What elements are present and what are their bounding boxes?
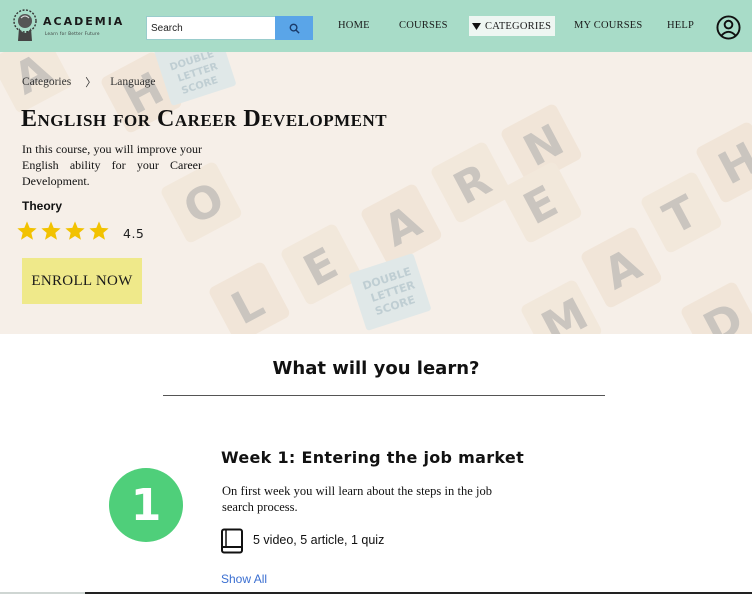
star-icon	[65, 221, 85, 240]
learn-section-heading: What will you learn?	[272, 358, 480, 379]
greek-head-emblem-icon	[13, 9, 37, 41]
book-icon	[221, 528, 243, 554]
breadcrumb-categories-link[interactable]: Categories	[22, 76, 71, 88]
nav-home-link[interactable]: HOME	[338, 20, 370, 31]
nav-categories-label: CATEGORIES	[485, 20, 552, 32]
search-input[interactable]	[146, 16, 276, 40]
nav-courses-link[interactable]: COURSES	[399, 20, 448, 31]
breadcrumb-separator: 〉	[85, 77, 97, 89]
course-hero: L E A R N O H E A T H M D A DOUBLE LETTE…	[0, 52, 752, 334]
breadcrumb: Categories 〉 Language	[22, 74, 156, 90]
enroll-now-button[interactable]: ENROLL NOW	[22, 258, 142, 304]
top-navbar: ACADEMIA Learn for Better Future HOME CO…	[0, 0, 752, 52]
week-number-badge: 1	[109, 468, 183, 542]
show-all-link[interactable]: Show All	[221, 572, 267, 586]
caret-down-icon	[472, 22, 481, 30]
section-divider	[163, 395, 605, 396]
course-title: English for Career Development	[21, 106, 388, 132]
star-icon	[41, 221, 61, 240]
search-button[interactable]	[275, 16, 313, 40]
rating-value: 4.5	[123, 226, 145, 241]
course-description: In this course, you will improve your En…	[22, 142, 202, 188]
brand-name: ACADEMIA	[43, 15, 125, 28]
week-title: Week 1: Entering the job market	[221, 448, 525, 467]
rating-stars	[16, 220, 110, 242]
brand-logo[interactable]: ACADEMIA Learn for Better Future	[10, 8, 122, 44]
nav-help-link[interactable]: HELP	[667, 20, 694, 31]
star-icon	[89, 221, 109, 240]
week-content-summary: 5 video, 5 article, 1 quiz	[253, 533, 385, 547]
user-circle-icon[interactable]	[716, 15, 741, 40]
nav-categories-dropdown[interactable]: CATEGORIES	[469, 16, 555, 36]
week-description: On first week you will learn about the s…	[222, 484, 492, 514]
course-type-label: Theory	[22, 199, 63, 213]
search-icon	[289, 23, 300, 34]
nav-my-courses-link[interactable]: MY COURSES	[574, 20, 642, 31]
brand-tagline: Learn for Better Future	[45, 31, 100, 36]
breadcrumb-language-link[interactable]: Language	[110, 76, 155, 88]
star-icon	[17, 221, 37, 240]
